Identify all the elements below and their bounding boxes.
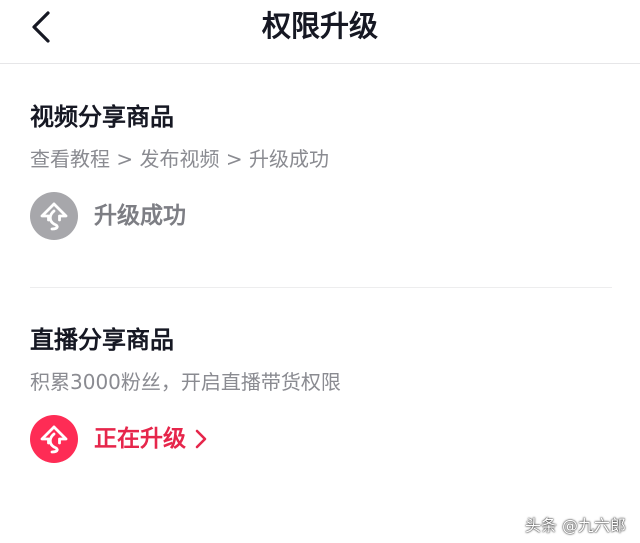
top-bar: 权限升级 [0,0,640,64]
video-share-section: 视频分享商品 查看教程 > 发布视频 > 升级成功 升级成功 [30,101,612,240]
section-title: 直播分享商品 [30,326,174,354]
section-description: 查看教程 > 发布视频 > 升级成功 [30,147,329,171]
upgrade-progress-link[interactable]: 正在升级 [30,415,612,463]
upgrade-arrow-icon [30,415,78,463]
upgrade-arrow-icon [30,192,78,240]
status-label: 正在升级 [94,426,186,452]
section-description: 积累3000粉丝，开启直播带货权限 [30,370,341,394]
section-title: 视频分享商品 [30,103,174,131]
live-share-section: 直播分享商品 积累3000粉丝，开启直播带货权限 正在升级 [30,324,612,463]
watermark: 头条 @九六郎 [524,516,626,535]
section-divider [30,287,612,288]
page-title: 权限升级 [261,9,378,43]
chevron-right-icon [195,429,207,449]
status-row: 升级成功 [30,192,612,240]
status-label: 升级成功 [94,203,186,229]
